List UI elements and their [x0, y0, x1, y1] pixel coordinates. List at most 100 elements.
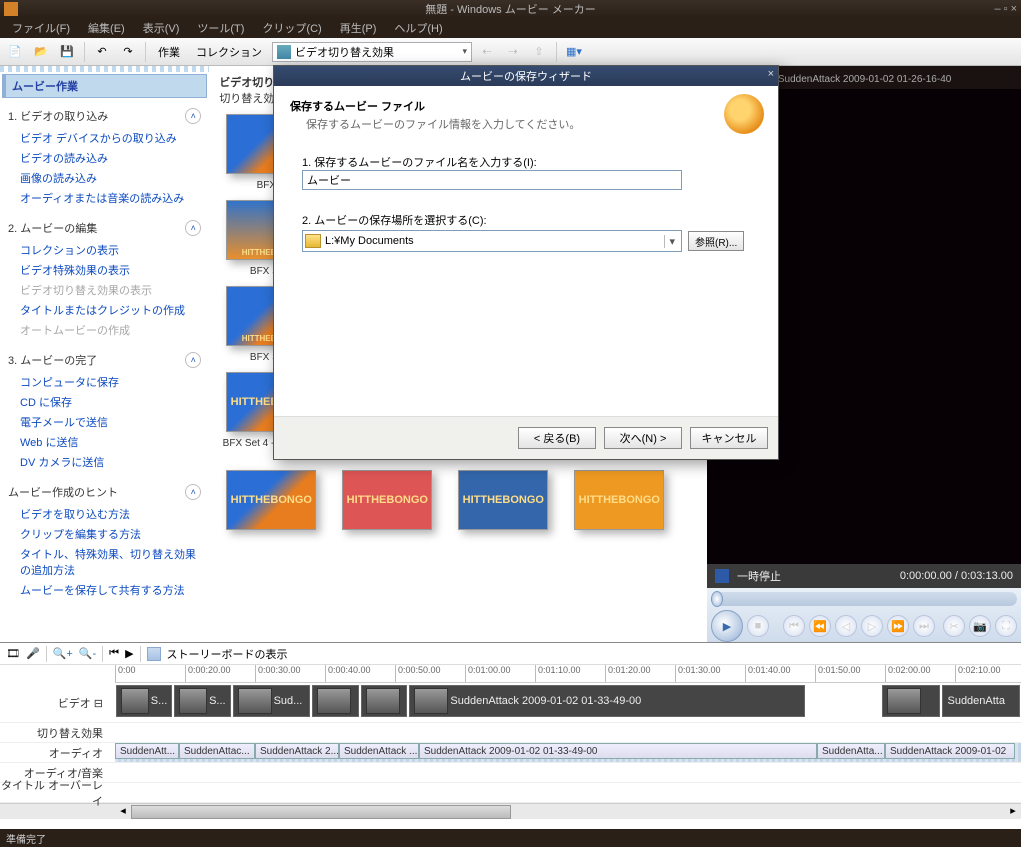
nav-back-icon[interactable]: ⇠	[476, 41, 498, 63]
menu-clip[interactable]: クリップ(C)	[254, 18, 329, 38]
narrate-icon[interactable]: 🎤	[26, 647, 40, 660]
audio-clip[interactable]: SuddenAttac...	[179, 743, 255, 759]
window-controls[interactable]: – ▫ ×	[994, 3, 1017, 15]
audio-clip[interactable]: SuddenAttack ...	[339, 743, 419, 759]
transition-item[interactable]: HITTHEBONGO	[449, 470, 557, 530]
tasks-panel: ムービー作業 1. ビデオの取り込み˄ ビデオ デバイスからの取り込み ビデオの…	[0, 66, 209, 642]
video-track[interactable]: S... S... Sud... SuddenAttack 2009-01-02…	[115, 683, 1021, 722]
menu-tools[interactable]: ツール(T)	[189, 18, 252, 38]
hint-titles[interactable]: タイトル、特殊効果、切り替え効果の追加方法	[8, 544, 201, 580]
audio-track[interactable]: SuddenAtt... SuddenAttac... SuddenAttack…	[115, 743, 1021, 762]
redo-icon[interactable]: ↷	[117, 41, 139, 63]
undo-icon[interactable]: ↶	[91, 41, 113, 63]
title-track[interactable]	[115, 783, 1021, 802]
up-icon[interactable]: ⇧	[528, 41, 550, 63]
filename-input[interactable]	[302, 170, 682, 190]
transition-item[interactable]: HITTHEBONGO	[217, 470, 325, 530]
collection-combo[interactable]: ビデオ切り替え効果 ▾	[272, 42, 472, 62]
collections-toggle[interactable]: コレクション	[190, 42, 268, 62]
snapshot-button[interactable]: 📷	[969, 615, 991, 637]
video-clip[interactable]: Sud...	[233, 685, 311, 717]
next-button[interactable]: 次へ(N) >	[604, 427, 682, 449]
audio-clip[interactable]: SuddenAttack 2009-01-02 01-33-49-00	[419, 743, 817, 759]
new-icon[interactable]: 📄	[4, 41, 26, 63]
close-icon[interactable]: ×	[768, 68, 774, 80]
video-clip[interactable]	[312, 685, 359, 717]
audiomusic-track[interactable]	[115, 763, 1021, 782]
video-clip[interactable]: S...	[174, 685, 230, 717]
audio-clip[interactable]: SuddenAtta...	[817, 743, 885, 759]
view-icon[interactable]: ▦▾	[563, 41, 585, 63]
fullscreen-button[interactable]: ⛶	[995, 615, 1017, 637]
menu-view[interactable]: 表示(V)	[135, 18, 188, 38]
status-icon	[715, 569, 729, 583]
menu-file[interactable]: ファイル(F)	[4, 18, 78, 38]
back-button[interactable]: < 戻る(B)	[518, 427, 596, 449]
task-view-collections[interactable]: コレクションの表示	[8, 240, 201, 260]
task-import-image[interactable]: 画像の読み込み	[8, 168, 201, 188]
next-button[interactable]: ⏭	[913, 615, 935, 637]
task-save-cd[interactable]: CD に保存	[8, 392, 201, 412]
timeline-ruler[interactable]: 0:000:00:20.000:00:30.000:00:40.000:00:5…	[115, 665, 1021, 683]
transition-item[interactable]: HITTHEBONGO	[333, 470, 441, 530]
split-button[interactable]: ✂	[943, 615, 965, 637]
open-icon[interactable]: 📂	[30, 41, 52, 63]
audio-clip[interactable]: SuddenAttack 2009-01-02	[885, 743, 1015, 759]
task-view-transitions: ビデオ切り替え効果の表示	[8, 280, 201, 300]
task-send-dv[interactable]: DV カメラに送信	[8, 452, 201, 472]
task-send-web[interactable]: Web に送信	[8, 432, 201, 452]
menu-help[interactable]: ヘルプ(H)	[386, 18, 450, 38]
task-import-video[interactable]: ビデオの読み込み	[8, 148, 201, 168]
video-clip[interactable]	[882, 685, 940, 717]
hint-edit[interactable]: クリップを編集する方法	[8, 524, 201, 544]
play-timeline-icon[interactable]: ▶	[125, 647, 133, 660]
window-title: 無題 - Windows ムービー メーカー	[425, 1, 596, 17]
collapse-icon[interactable]: ˄	[185, 108, 201, 124]
window-title-bar: 無題 - Windows ムービー メーカー – ▫ ×	[0, 0, 1021, 18]
transition-item[interactable]: HITTHEBONGO	[565, 470, 673, 530]
status-bar: 準備完了	[0, 829, 1021, 847]
play-button[interactable]: ▶	[711, 610, 743, 642]
hint-save[interactable]: ムービーを保存して共有する方法	[8, 580, 201, 600]
collapse-icon[interactable]: ˄	[185, 352, 201, 368]
location-combo[interactable]: L:¥My Documents ▾	[302, 230, 682, 252]
forward-button[interactable]: ⏩	[887, 615, 909, 637]
browse-button[interactable]: 参照(R)...	[688, 231, 744, 251]
expand-icon[interactable]: ⊟	[94, 698, 103, 710]
zoom-in-icon[interactable]: 🔍+	[53, 647, 73, 660]
collapse-icon[interactable]: ˄	[185, 220, 201, 236]
task-send-email[interactable]: 電子メールで送信	[8, 412, 201, 432]
video-clip[interactable]	[361, 685, 408, 717]
audio-clip[interactable]: SuddenAtt...	[115, 743, 179, 759]
rewind-button[interactable]: ⏪	[809, 615, 831, 637]
seek-slider[interactable]	[711, 592, 1017, 606]
collapse-icon[interactable]: ˄	[185, 484, 201, 500]
stop-button[interactable]: ■	[747, 615, 769, 637]
prev-button[interactable]: ⏮	[783, 615, 805, 637]
task-import-audio[interactable]: オーディオまたは音楽の読み込み	[8, 188, 201, 208]
storyboard-toggle[interactable]: ストーリーボードの表示	[167, 646, 288, 662]
nav-fwd-icon[interactable]: ⇢	[502, 41, 524, 63]
menu-edit[interactable]: 編集(E)	[80, 18, 133, 38]
task-view-effects[interactable]: ビデオ特殊効果の表示	[8, 260, 201, 280]
zoom-out-icon[interactable]: 🔍-	[79, 647, 96, 660]
video-clip[interactable]: S...	[116, 685, 172, 717]
task-capture-device[interactable]: ビデオ デバイスからの取り込み	[8, 128, 201, 148]
cancel-button[interactable]: キャンセル	[690, 427, 768, 449]
task-save-pc[interactable]: コンピュータに保存	[8, 372, 201, 392]
timeline-scrollbar[interactable]: ◂ ▸	[0, 803, 1021, 819]
tasks-toggle[interactable]: 作業	[152, 42, 186, 62]
save-icon[interactable]: 💾	[56, 41, 78, 63]
rewind-timeline-icon[interactable]: ⏮	[109, 647, 119, 660]
video-clip[interactable]: SuddenAttack 2009-01-02 01-33-49-00	[409, 685, 805, 717]
menu-play[interactable]: 再生(P)	[332, 18, 385, 38]
audio-clip[interactable]: SuddenAttack 2...	[255, 743, 339, 759]
task-make-titles[interactable]: タイトルまたはクレジットの作成	[8, 300, 201, 320]
seek-thumb[interactable]	[711, 591, 723, 607]
video-clip[interactable]: SuddenAtta	[942, 685, 1020, 717]
transition-track[interactable]	[115, 723, 1021, 742]
timeline-tool-icon[interactable]: 🎞	[6, 647, 20, 660]
step-fwd-button[interactable]: ▷	[861, 615, 883, 637]
hint-capture[interactable]: ビデオを取り込む方法	[8, 504, 201, 524]
step-back-button[interactable]: ◁	[835, 615, 857, 637]
